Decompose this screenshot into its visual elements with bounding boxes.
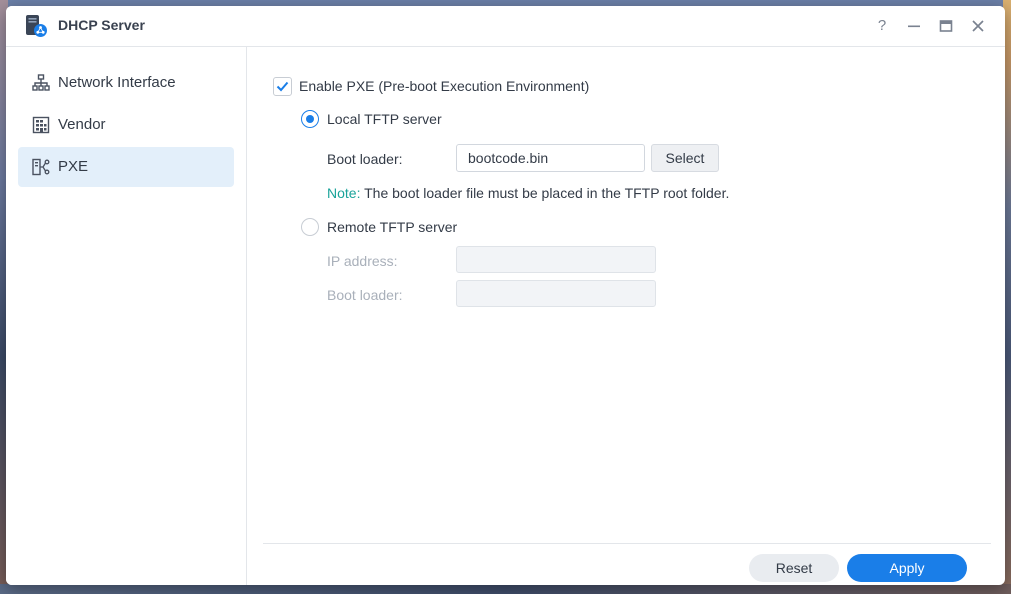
local-boot-loader-input[interactable] [456,144,645,172]
desktop-background-bottom [0,584,1011,594]
local-boot-loader-label: Boot loader: [327,151,403,167]
building-icon [32,116,50,134]
network-tree-icon [32,74,50,91]
window-title: DHCP Server [58,17,145,33]
ip-address-label: IP address: [327,253,398,269]
dhcp-server-app-icon [26,15,47,37]
radio-selected-dot [306,115,314,123]
maximize-icon[interactable] [936,16,956,36]
remote-boot-loader-label: Boot loader: [327,287,403,303]
checkmark-icon [276,81,289,92]
sidebar-item-label: Vendor [58,116,106,133]
close-icon[interactable] [968,16,988,36]
pxe-settings-panel: Enable PXE (Pre-boot Execution Environme… [247,47,1005,585]
apply-button[interactable]: Apply [847,554,967,582]
sidebar: Network Interface Vendor PXE [6,47,247,585]
remote-tftp-label[interactable]: Remote TFTP server [327,219,457,235]
note-label: Note: [327,185,361,201]
reset-button[interactable]: Reset [749,554,839,582]
title-bar[interactable]: DHCP Server ? [6,6,1005,47]
local-tftp-label[interactable]: Local TFTP server [327,111,442,127]
sidebar-item-pxe[interactable]: PXE [18,147,234,187]
pxe-icon [32,158,50,176]
note-text: Note: The boot loader file must be place… [327,185,729,201]
enable-pxe-checkbox[interactable] [273,77,292,96]
remote-tftp-radio[interactable] [301,218,319,236]
select-boot-loader-button[interactable]: Select [651,144,719,172]
note-message: The boot loader file must be placed in t… [360,185,730,201]
sidebar-item-label: Network Interface [58,74,176,91]
sidebar-item-label: PXE [58,158,89,175]
footer-divider [263,543,991,544]
minimize-icon[interactable] [904,16,924,36]
sidebar-item-vendor[interactable]: Vendor [18,105,234,145]
help-icon[interactable]: ? [872,16,892,36]
enable-pxe-label[interactable]: Enable PXE (Pre-boot Execution Environme… [299,78,589,94]
dhcp-server-window: DHCP Server ? Network Interface Vendor P… [6,6,1005,585]
local-tftp-radio[interactable] [301,110,319,128]
remote-boot-loader-input[interactable] [456,280,656,307]
sidebar-item-network-interface[interactable]: Network Interface [18,63,234,103]
ip-address-input[interactable] [456,246,656,273]
